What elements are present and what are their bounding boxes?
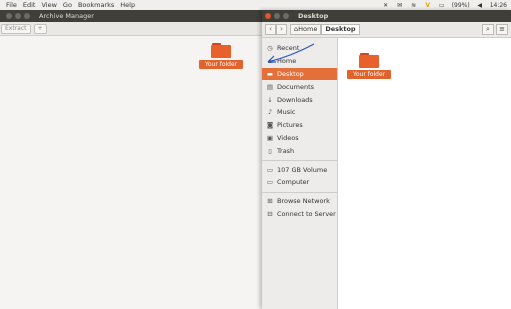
battery-icon[interactable]: ▭ — [438, 2, 446, 9]
server-icon: ⊟ — [267, 209, 273, 218]
archive-manager-window: Archive Manager Extract + Your folder — [0, 10, 262, 309]
indicator-area: ✕ ✉ ≋ V ▭ (99%) ◀ 14:26 — [382, 2, 511, 9]
breadcrumb-home-label: Home — [298, 25, 318, 33]
menu-file[interactable]: File — [6, 1, 17, 9]
list-view-icon[interactable]: ≡ — [496, 24, 508, 35]
close-button[interactable] — [6, 13, 12, 19]
tools-icon[interactable]: ✕ — [382, 2, 390, 9]
folder-icon — [211, 43, 232, 58]
drive-icon: ▭ — [266, 165, 274, 174]
v-app-icon[interactable]: V — [424, 2, 432, 9]
computer-icon: ▭ — [266, 178, 274, 187]
sidebar-item-label: Browse Network — [277, 197, 330, 206]
sidebar-item-videos[interactable]: ▣ Videos — [262, 132, 337, 145]
menu-view[interactable]: View — [41, 1, 56, 9]
desktop-folder-icon: ▬ — [266, 69, 274, 78]
files-toolbar: ‹ › ⌂Home Desktop ⌕ ≡ — [262, 22, 511, 38]
folder-icon — [359, 53, 380, 68]
archive-folder-item[interactable]: Your folder — [199, 43, 244, 69]
annotation-arrow-icon — [267, 43, 315, 63]
back-button[interactable]: ‹ — [265, 24, 276, 35]
sidebar-item-documents[interactable]: ▤ Documents — [262, 80, 337, 93]
sidebar-divider — [262, 191, 337, 193]
folder-label: Your folder — [199, 60, 244, 69]
downloads-icon: ↓ — [267, 95, 273, 104]
sidebar-item-label: Videos — [277, 133, 299, 142]
minimize-button[interactable] — [15, 13, 21, 19]
sidebar-item-browse-network[interactable]: ⊞ Browse Network — [262, 195, 337, 208]
sidebar-item-label: Computer — [277, 178, 310, 187]
files-content[interactable]: Your folder — [338, 38, 511, 309]
minimize-button[interactable] — [274, 13, 280, 19]
sidebar-item-music[interactable]: ♪ Music — [262, 106, 337, 119]
forward-button[interactable]: › — [276, 24, 287, 35]
sidebar-item-connect-server[interactable]: ⊟ Connect to Server — [262, 208, 337, 221]
archive-titlebar[interactable]: Archive Manager — [0, 10, 262, 22]
folder-label: Your folder — [347, 70, 392, 79]
desktop-folder-item[interactable]: Your folder — [347, 53, 392, 79]
pictures-icon: ◙ — [266, 121, 274, 130]
files-sidebar: ◷ Recent ⌂ Home ▬ Desktop ▤ Documents ↓ Downl… — [262, 38, 338, 309]
videos-icon: ▣ — [266, 133, 274, 142]
maximize-button[interactable] — [283, 13, 289, 19]
menu-edit[interactable]: Edit — [23, 1, 36, 9]
volume-icon[interactable]: ◀ — [476, 2, 484, 9]
sidebar-item-label: Desktop — [277, 69, 304, 78]
breadcrumb-desktop[interactable]: Desktop — [321, 24, 360, 35]
mail-icon[interactable]: ✉ — [396, 2, 404, 9]
maximize-button[interactable] — [24, 13, 30, 19]
battery-percent: (99%) — [451, 1, 470, 9]
sidebar-item-downloads[interactable]: ↓ Downloads — [262, 93, 337, 106]
sidebar-item-trash[interactable]: ▯ Trash — [262, 144, 337, 157]
sidebar-item-label: Pictures — [277, 121, 303, 130]
sidebar-divider — [262, 160, 337, 162]
menubar: File Edit View Go Bookmarks Help — [0, 1, 141, 9]
search-icon[interactable]: ⌕ — [482, 24, 494, 35]
wifi-icon[interactable]: ≋ — [410, 2, 418, 9]
archive-content[interactable]: Your folder — [0, 36, 262, 309]
menu-bookmarks[interactable]: Bookmarks — [78, 1, 114, 9]
sidebar-item-computer[interactable]: ▭ Computer — [262, 176, 337, 189]
sidebar-item-label: Downloads — [277, 95, 313, 104]
documents-icon: ▤ — [266, 82, 274, 91]
menu-go[interactable]: Go — [63, 1, 72, 9]
top-panel: File Edit View Go Bookmarks Help ✕ ✉ ≋ V… — [0, 0, 511, 10]
network-icon: ⊞ — [267, 197, 273, 206]
files-title: Desktop — [298, 12, 329, 20]
archive-toolbar: Extract + — [0, 22, 262, 36]
breadcrumb-home[interactable]: ⌂Home — [290, 24, 322, 35]
trash-icon: ▯ — [268, 146, 272, 155]
add-button[interactable]: + — [33, 23, 47, 34]
sidebar-item-label: Trash — [277, 146, 295, 155]
close-button[interactable] — [265, 13, 271, 19]
music-icon: ♪ — [267, 108, 273, 117]
sidebar-item-volume[interactable]: ▭ 107 GB Volume — [262, 163, 337, 176]
files-titlebar[interactable]: Desktop — [262, 10, 511, 22]
sidebar-item-label: Music — [277, 108, 296, 117]
extract-button[interactable]: Extract — [1, 23, 31, 34]
sidebar-item-label: Documents — [277, 82, 315, 91]
menu-help[interactable]: Help — [120, 1, 135, 9]
sidebar-item-pictures[interactable]: ◙ Pictures — [262, 119, 337, 132]
clock[interactable]: 14:26 — [490, 2, 507, 9]
sidebar-item-label: Connect to Server — [277, 209, 336, 218]
sidebar-item-label: 107 GB Volume — [277, 165, 328, 174]
archive-title: Archive Manager — [39, 12, 94, 20]
